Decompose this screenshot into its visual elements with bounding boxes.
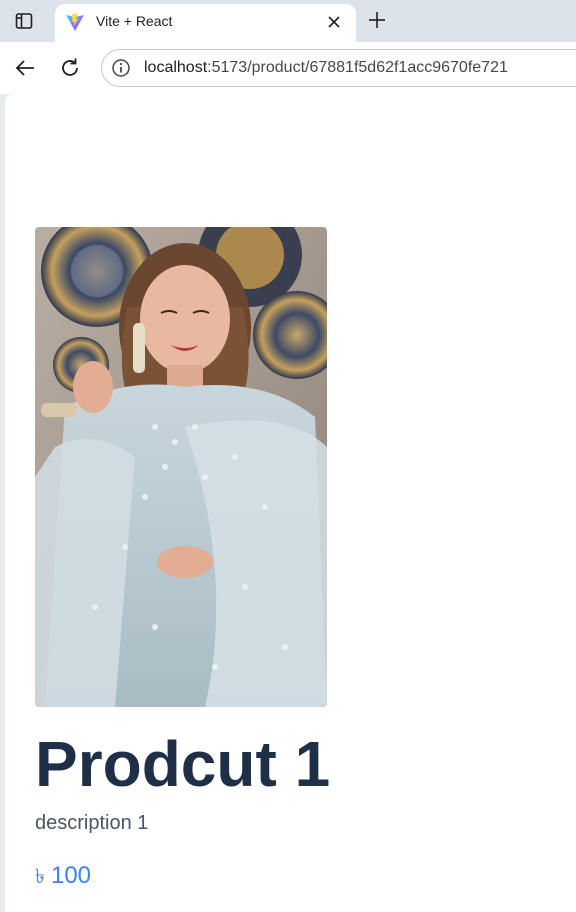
close-icon[interactable] (324, 12, 344, 32)
reload-icon[interactable] (58, 56, 82, 80)
url-path: :5173/product/67881f5d62f1acc9670fe721 (207, 59, 508, 76)
tab-bar: Vite + React (0, 0, 576, 42)
page-viewport: Prodcut 1 description 1 ৳ 100 (5, 94, 576, 912)
product-title: Prodcut 1 (35, 728, 331, 800)
product-image (35, 227, 327, 707)
url-host: localhost (144, 59, 208, 76)
tab-grid-icon[interactable] (14, 11, 34, 31)
info-icon[interactable] (110, 57, 132, 79)
product-price: ৳ 100 (35, 860, 91, 893)
back-arrow-icon[interactable] (13, 56, 37, 80)
tab-title: Vite + React (96, 13, 173, 29)
plus-icon[interactable] (366, 9, 388, 31)
tab-active[interactable]: Vite + React (55, 4, 356, 42)
currency-symbol: ৳ (35, 866, 45, 888)
address-bar[interactable]: localhost:5173/product/67881f5d62f1acc96… (101, 49, 576, 87)
browser-toolbar: localhost:5173/product/67881f5d62f1acc96… (0, 42, 576, 94)
vite-logo-icon (65, 12, 85, 32)
price-value: 100 (50, 862, 92, 889)
url-text[interactable]: localhost:5173/product/67881f5d62f1acc96… (144, 59, 508, 77)
product-description: description 1 (35, 812, 149, 834)
